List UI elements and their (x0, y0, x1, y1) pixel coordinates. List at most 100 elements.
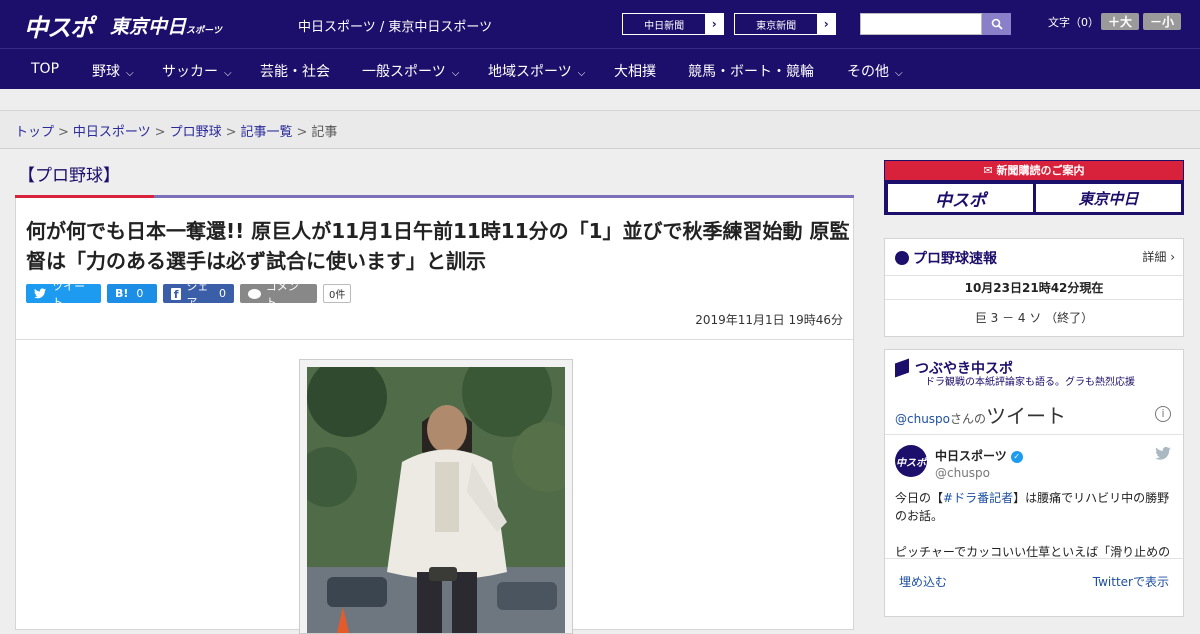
comment-count: 0件 (323, 284, 352, 303)
search-button[interactable] (982, 13, 1011, 35)
tweet-account-name[interactable]: 中日スポーツ ✓ (935, 447, 1023, 464)
baseball-score-box: プロ野球速報 詳細 › 10月23日21時42分現在 巨 3 － 4 ソ （終了… (884, 238, 1184, 337)
avatar[interactable]: 中スポ (895, 445, 927, 477)
chunichi-shimbun-link[interactable]: 中日新聞 › (622, 13, 724, 35)
chevron-down-icon: ⌵ (895, 68, 903, 79)
nav-label: 大相撲 (614, 64, 656, 80)
embed-link[interactable]: 埋め込む (899, 573, 947, 590)
tokyo-chunichi-logo[interactable]: 東京中日スポーツ (110, 12, 222, 39)
tweet-button[interactable]: ツイート (26, 280, 101, 309)
facebook-share-label: シェア (186, 279, 209, 309)
nav-label: その他 (847, 64, 889, 80)
chevron-right-icon: › (705, 14, 723, 34)
section-title: 【プロ野球】 (18, 166, 120, 186)
chevron-down-icon: ⌵ (451, 68, 460, 79)
breadcrumb: トップ > 中日スポーツ > プロ野球 > 記事一覧 > 記事 (15, 121, 337, 140)
nav-item-racing[interactable]: 競馬・ボート・競輪 (688, 61, 814, 81)
nav-label: 地域スポーツ (488, 64, 572, 80)
baseball-icon (895, 251, 909, 265)
nav-item-regional-sports[interactable]: 地域スポーツ ⌵ (488, 61, 585, 81)
chevron-right-icon: › (817, 14, 835, 34)
nav-label: 一般スポーツ (362, 64, 446, 80)
hatena-icon: B! (115, 287, 129, 300)
breadcrumb-chunichi-sports[interactable]: 中日スポーツ (73, 125, 151, 140)
top-bar: 中スポ 東京中日スポーツ 中日スポーツ / 東京中日スポーツ 中日新聞 › 東京… (0, 0, 1200, 48)
verified-icon: ✓ (1010, 450, 1023, 463)
search-form (860, 13, 1011, 35)
twitter-footer: 埋め込む Twitterで表示 (885, 558, 1183, 602)
tokyo-shimbun-label: 東京新聞 (756, 20, 797, 32)
comment-bubble-icon (248, 288, 261, 299)
article-headline: 何が何でも日本一奪還!! 原巨人が11月1日午前11時11分の「1」並びで秋季練… (26, 219, 850, 273)
share-buttons: ツイート B! 0 f シェア 0 コメント 0件 (26, 280, 352, 309)
article-divider (16, 339, 853, 340)
twitter-handle-link[interactable]: @chuspo (895, 412, 950, 426)
nav-label: 芸能・社会 (260, 64, 330, 80)
subscription-chuspo-logo[interactable]: 中スポ (888, 184, 1033, 212)
view-on-twitter-link[interactable]: Twitterで表示 (1093, 573, 1169, 590)
twitter-bird-icon (34, 288, 47, 299)
article-photo[interactable] (307, 367, 565, 633)
font-smaller-button[interactable]: －小 (1143, 13, 1181, 30)
breadcrumb-article-list[interactable]: 記事一覧 (241, 125, 293, 140)
nav-label: サッカー (162, 64, 218, 80)
nav-label: 野球 (92, 64, 120, 80)
tweet-list[interactable]: 中スポ 中日スポーツ ✓ @chuspo 今日の【#ドラ番記者】は腰痛でリハビリ中… (885, 434, 1183, 558)
subscription-header: ✉ 新聞購読のご案内 (885, 161, 1183, 180)
subscription-header-label: 新聞購読のご案内 (996, 164, 1085, 177)
chevron-down-icon: ⌵ (126, 68, 134, 79)
baseball-score-title: プロ野球速報 (895, 248, 997, 268)
tweet-text-line2: ピッチャーでカッコいい仕草といえば「滑り止めの (895, 545, 1171, 558)
search-input[interactable] (860, 13, 982, 35)
nav-label: TOP (31, 61, 60, 77)
baseball-score-title-label: プロ野球速報 (913, 251, 997, 267)
nav-item-baseball[interactable]: 野球 ⌵ (92, 61, 134, 81)
chevron-down-icon: ⌵ (577, 68, 586, 79)
nav-item-other[interactable]: その他 ⌵ (847, 61, 903, 81)
font-size-label: 文字（0） (1048, 16, 1099, 29)
newspaper-icon: ✉ (983, 164, 997, 177)
info-icon[interactable]: i (1155, 406, 1171, 422)
facebook-share-button[interactable]: f シェア 0 (163, 280, 234, 309)
tweet-label: ツイート (52, 279, 86, 309)
chunichi-shimbun-label: 中日新聞 (644, 20, 685, 32)
hatena-bookmark-button[interactable]: B! 0 (107, 284, 157, 303)
score-timestamp: 10月23日21時42分現在 (885, 275, 1183, 299)
article: 何が何でも日本一奪還!! 原巨人が11月1日午前11時11分の「1」並びで秋季練… (15, 198, 854, 634)
score-detail-link[interactable]: 詳細 › (1142, 248, 1175, 265)
tweet-hashtag[interactable]: #ドラ番記者 (943, 491, 1013, 505)
megaphone-icon (895, 358, 909, 378)
twitter-box-subtitle: ドラ観戦の本紙評論家も語る。グラも熱烈応援 (925, 377, 1135, 388)
tweet-account-handle[interactable]: @chuspo (935, 466, 990, 480)
breadcrumb-separator: > (296, 125, 308, 140)
nav-item-sumo[interactable]: 大相撲 (614, 61, 656, 81)
twitter-bird-icon[interactable] (1155, 446, 1171, 464)
subscription-tokyo-logo[interactable]: 東京中日 (1036, 184, 1181, 212)
nav-item-entertainment[interactable]: 芸能・社会 (260, 61, 330, 81)
subscription-banner[interactable]: ✉ 新聞購読のご案内 中スポ 東京中日 (884, 160, 1184, 215)
nav-item-soccer[interactable]: サッカー ⌵ (162, 61, 232, 81)
tweet-text-pre: 今日の【 (895, 491, 944, 505)
photo-illustration (307, 367, 565, 633)
facebook-icon: f (171, 287, 182, 301)
score-line[interactable]: 巨 3 － 4 ソ （終了） (885, 299, 1183, 337)
chuspo-logo[interactable]: 中スポ (24, 8, 94, 43)
breadcrumb-pro-baseball[interactable]: プロ野球 (170, 125, 222, 140)
tokyo-logo-text: 東京中日 (110, 16, 187, 38)
nav-item-general-sports[interactable]: 一般スポーツ ⌵ (362, 61, 459, 81)
nav-label: 競馬・ボート・競輪 (688, 64, 814, 80)
font-larger-button[interactable]: ＋大 (1101, 13, 1139, 30)
breadcrumb-separator: > (154, 125, 166, 140)
tweet-text: 今日の【#ドラ番記者】は腰痛でリハビリ中の勝野のお話。 ピッチャーでカッコいい仕草… (895, 489, 1175, 558)
comment-button[interactable]: コメント (240, 280, 317, 309)
tweet-account-name-label: 中日スポーツ (935, 449, 1007, 463)
breadcrumb-top[interactable]: トップ (15, 125, 54, 140)
site-names: 中日スポーツ / 東京中日スポーツ (298, 20, 493, 35)
hatena-count: 0 (136, 287, 144, 300)
tokyo-shimbun-link[interactable]: 東京新聞 › (734, 13, 836, 35)
article-photo-frame (299, 359, 573, 634)
nav-item-top[interactable]: TOP (31, 61, 59, 77)
tweets-label: ツイート (986, 404, 1067, 428)
facebook-count: 0 (219, 287, 226, 300)
breadcrumb-current: 記事 (311, 125, 338, 140)
